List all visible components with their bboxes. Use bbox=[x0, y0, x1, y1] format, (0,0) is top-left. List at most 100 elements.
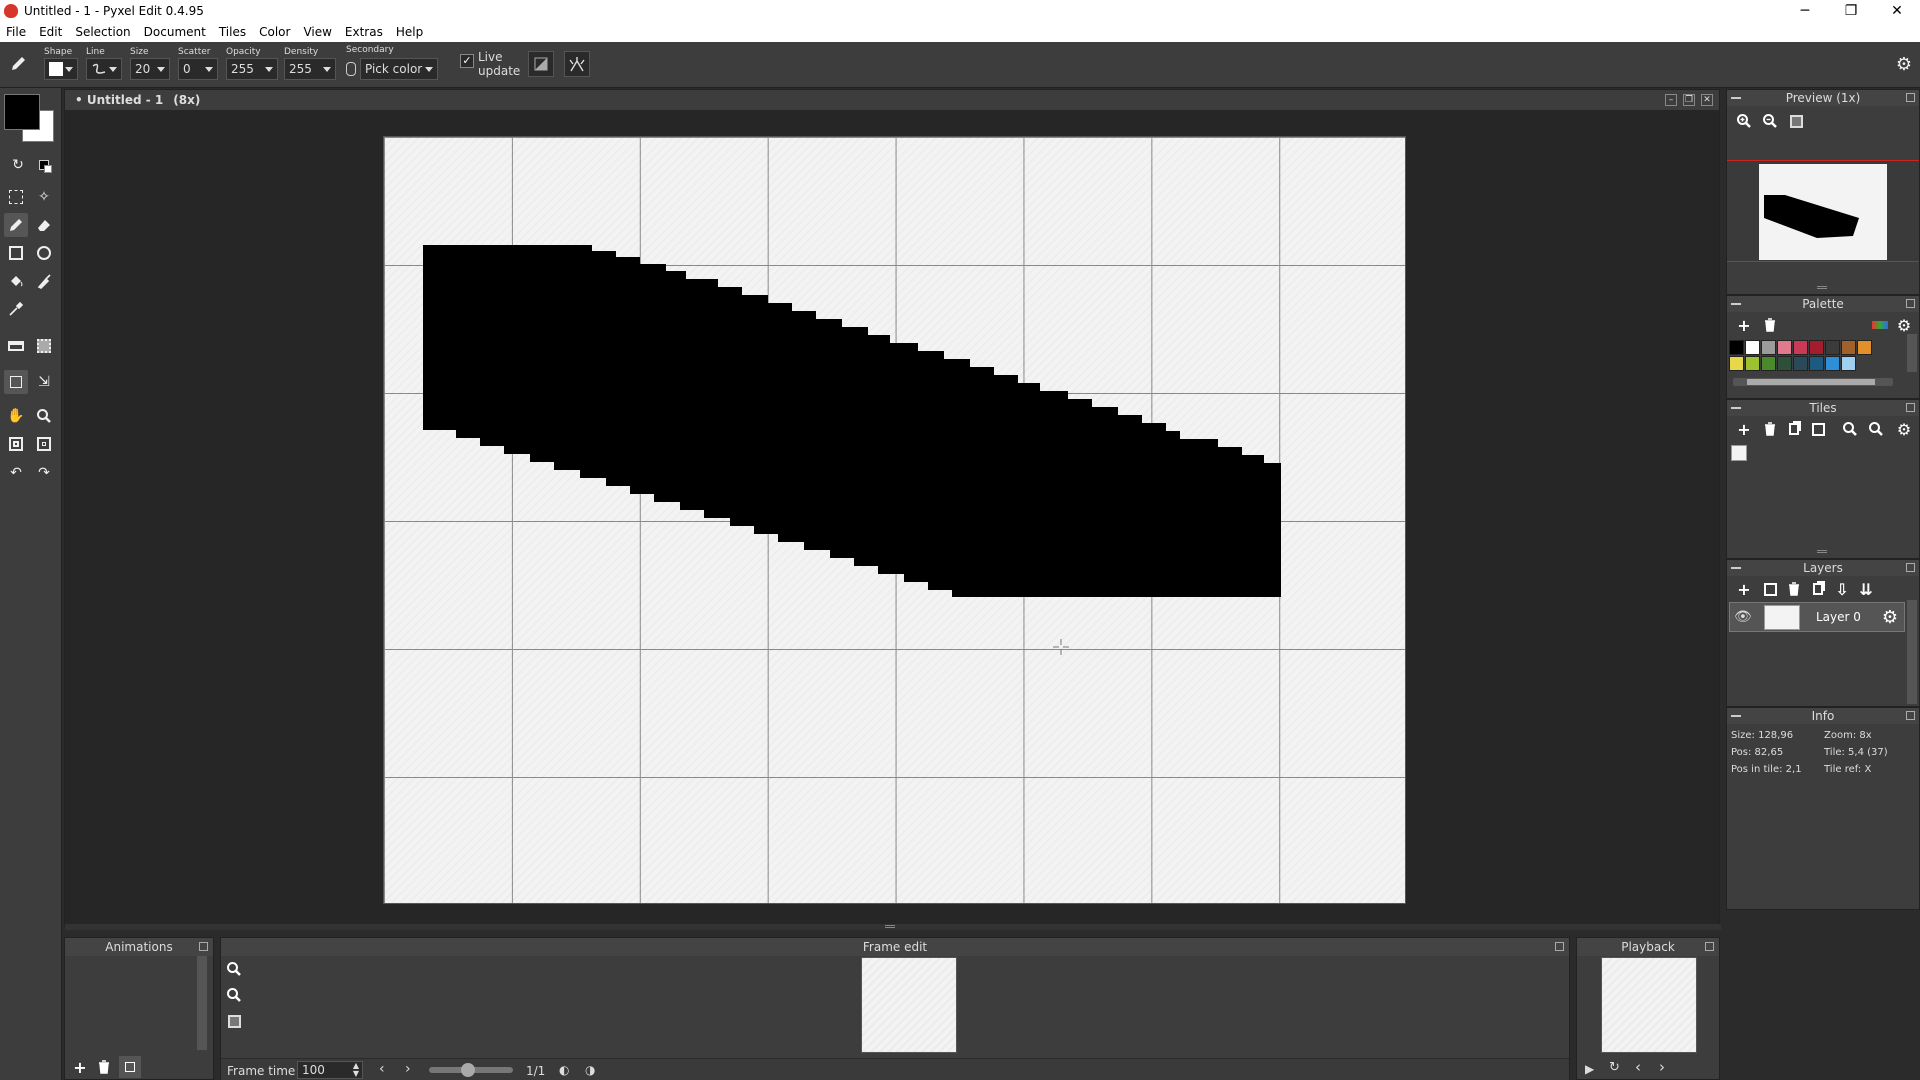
palette-swatch[interactable] bbox=[1761, 340, 1776, 355]
preview-zoom-out-icon[interactable] bbox=[1759, 110, 1781, 132]
canvas-viewport[interactable] bbox=[65, 110, 1719, 926]
density-dropdown[interactable]: 255 bbox=[284, 58, 336, 80]
eraser-icon[interactable] bbox=[32, 213, 56, 237]
move-selection-icon[interactable] bbox=[4, 370, 28, 394]
menu-edit[interactable]: Edit bbox=[39, 25, 62, 39]
rectangle-tool-icon[interactable] bbox=[4, 241, 28, 265]
menu-extras[interactable]: Extras bbox=[345, 25, 383, 39]
animation-add-icon[interactable]: + bbox=[69, 1056, 91, 1078]
zoom-magnifier-icon[interactable] bbox=[32, 404, 56, 428]
minimize-button[interactable]: ─ bbox=[1782, 0, 1828, 22]
palette-delete-trash-icon[interactable] bbox=[1759, 314, 1781, 336]
undo-icon[interactable]: ↶ bbox=[4, 461, 28, 485]
tiles-zoom-in-icon[interactable] bbox=[1839, 418, 1861, 440]
palette-swatch[interactable] bbox=[1777, 356, 1792, 371]
palette-swatch[interactable] bbox=[1841, 340, 1856, 355]
prev-frame-icon[interactable]: ‹ bbox=[379, 1061, 385, 1077]
reset-colors-icon[interactable] bbox=[32, 153, 56, 177]
palette-scrollbar[interactable] bbox=[1733, 378, 1893, 386]
animations-popout-icon[interactable] bbox=[199, 942, 208, 951]
menu-view[interactable]: View bbox=[303, 25, 331, 39]
playback-prev-icon[interactable]: ‹ bbox=[1635, 1058, 1641, 1076]
primary-color-swatch-front[interactable] bbox=[4, 94, 40, 130]
color-picker-icon[interactable] bbox=[4, 297, 28, 321]
maximize-button[interactable]: ❐ bbox=[1828, 0, 1874, 22]
pencil-icon[interactable] bbox=[4, 213, 28, 237]
palette-swatch[interactable] bbox=[1841, 356, 1856, 371]
tiles-zoom-out-icon[interactable] bbox=[1865, 418, 1887, 440]
preview-zoom-in-icon[interactable] bbox=[1733, 110, 1755, 132]
onion-skin-next-icon[interactable]: ◑ bbox=[585, 1063, 595, 1077]
palette-popout-icon[interactable] bbox=[1906, 299, 1915, 308]
palette-swatch[interactable] bbox=[1745, 340, 1760, 355]
layer-merge-icon[interactable]: ⇊ bbox=[1855, 578, 1877, 600]
swap-colors-icon[interactable]: ↻ bbox=[6, 153, 30, 177]
menu-selection[interactable]: Selection bbox=[75, 25, 130, 39]
play-icon[interactable]: ▶ bbox=[1585, 1062, 1594, 1076]
animation-select-icon[interactable] bbox=[119, 1056, 141, 1078]
layer-merge-down-icon[interactable]: ⇩ bbox=[1831, 578, 1853, 600]
playback-next-icon[interactable]: › bbox=[1659, 1058, 1665, 1076]
palette-swatch[interactable] bbox=[1825, 340, 1840, 355]
palette-gradient-icon[interactable] bbox=[1869, 314, 1891, 336]
palette-swatch[interactable] bbox=[1745, 356, 1760, 371]
opacity-dropdown[interactable]: 255 bbox=[226, 58, 278, 80]
menu-help[interactable]: Help bbox=[396, 25, 423, 39]
palette-swatch[interactable] bbox=[1825, 356, 1840, 371]
animation-delete-trash-icon[interactable] bbox=[93, 1056, 115, 1078]
brush-icon[interactable] bbox=[32, 269, 56, 293]
menu-document[interactable]: Document bbox=[144, 25, 206, 39]
layers-scrollbar[interactable] bbox=[1907, 600, 1917, 704]
close-button[interactable]: ✕ bbox=[1874, 0, 1920, 22]
layer-settings-gear-icon[interactable] bbox=[1882, 607, 1898, 628]
secondary-dropdown[interactable]: Pick color bbox=[360, 58, 438, 80]
tiles-delete-trash-icon[interactable] bbox=[1759, 418, 1781, 440]
redo-icon[interactable]: ↷ bbox=[32, 461, 56, 485]
palette-swatch[interactable] bbox=[1857, 340, 1872, 355]
select-rectangle-icon[interactable] bbox=[4, 185, 28, 209]
menu-file[interactable]: File bbox=[6, 25, 26, 39]
tile-row-icon[interactable] bbox=[4, 334, 28, 358]
palette-swatch[interactable] bbox=[1777, 340, 1792, 355]
transform-icon[interactable]: ⇲ bbox=[32, 370, 56, 394]
palette-swatch[interactable] bbox=[1729, 340, 1744, 355]
hand-pan-icon[interactable]: ✋ bbox=[4, 404, 28, 428]
palette-swatch[interactable] bbox=[1809, 356, 1824, 371]
tiles-duplicate-icon[interactable] bbox=[1783, 418, 1805, 440]
tiles-frame-icon[interactable] bbox=[1807, 418, 1829, 440]
preview-popout-icon[interactable] bbox=[1906, 93, 1915, 102]
doc-close-button[interactable]: ✕ bbox=[1701, 94, 1713, 106]
animations-scrollbar[interactable] bbox=[197, 956, 207, 1050]
tile-grid-icon[interactable] bbox=[32, 334, 56, 358]
tiles-settings-gear-icon[interactable] bbox=[1893, 418, 1915, 440]
frame-time-input[interactable]: 100 ▲ ▼ bbox=[297, 1061, 363, 1079]
frame-thumbnail[interactable] bbox=[861, 957, 957, 1053]
tiles-add-icon[interactable]: + bbox=[1733, 418, 1755, 440]
size-dropdown[interactable]: 20 bbox=[130, 58, 170, 80]
ellipse-tool-icon[interactable] bbox=[32, 241, 56, 265]
frame-slider[interactable] bbox=[429, 1063, 513, 1077]
frame-fit-icon[interactable] bbox=[223, 1010, 245, 1032]
layer-add-group-icon[interactable] bbox=[1759, 578, 1781, 600]
doc-restore-button[interactable]: ❐ bbox=[1683, 94, 1695, 106]
layers-popout-icon[interactable] bbox=[1906, 563, 1915, 572]
layer-row[interactable]: 👁 Layer 0 bbox=[1729, 602, 1905, 632]
doc-minimize-button[interactable]: – bbox=[1665, 94, 1677, 106]
palette-swatch[interactable] bbox=[1793, 356, 1808, 371]
palette-swatch[interactable] bbox=[1761, 356, 1776, 371]
frame-slider-handle[interactable] bbox=[461, 1063, 475, 1077]
layer-delete-trash-icon[interactable] bbox=[1783, 578, 1805, 600]
stroke-smoothing-button[interactable] bbox=[564, 51, 590, 77]
frame-alt-icon[interactable] bbox=[32, 432, 56, 456]
pixel-perfect-button[interactable] bbox=[528, 51, 554, 77]
loop-icon[interactable]: ↻ bbox=[1609, 1060, 1620, 1075]
shape-dropdown[interactable] bbox=[44, 58, 78, 80]
info-popout-icon[interactable] bbox=[1906, 711, 1915, 720]
scatter-dropdown[interactable]: 0 bbox=[178, 58, 218, 80]
palette-swatch[interactable] bbox=[1729, 356, 1744, 371]
horizontal-splitter[interactable] bbox=[65, 924, 1721, 930]
frame-edit-popout-icon[interactable] bbox=[1555, 942, 1564, 951]
fill-bucket-icon[interactable] bbox=[4, 269, 28, 293]
live-update-checkbox[interactable]: ✓ bbox=[460, 54, 474, 68]
tiles-popout-icon[interactable] bbox=[1906, 403, 1915, 412]
